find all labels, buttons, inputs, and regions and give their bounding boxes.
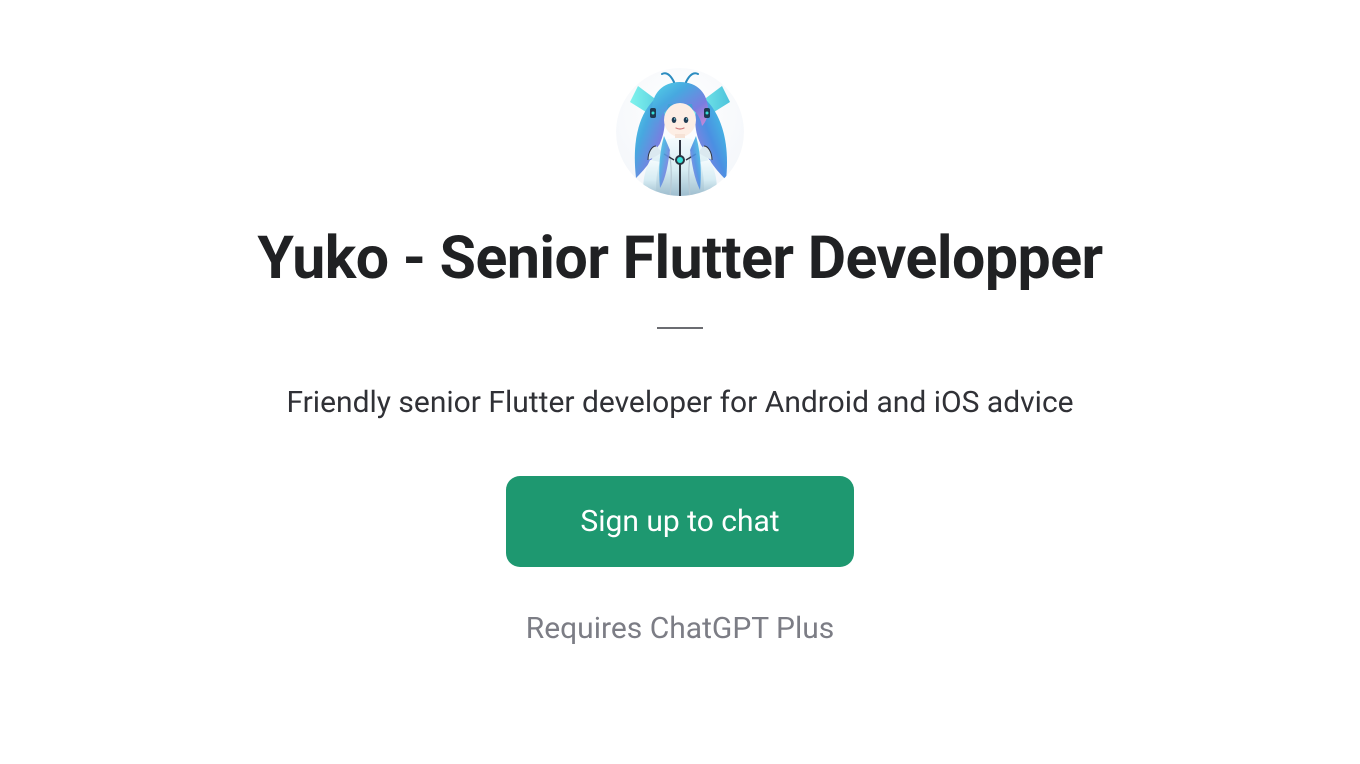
divider (657, 327, 703, 329)
avatar-image (616, 68, 744, 196)
signup-button[interactable]: Sign up to chat (506, 476, 853, 567)
plan-requirement-note: Requires ChatGPT Plus (526, 611, 835, 646)
avatar-illustration-icon (616, 68, 744, 196)
page-title: Yuko - Senior Flutter Developper (257, 224, 1102, 293)
avatar (616, 68, 744, 196)
page-subtitle: Friendly senior Flutter developer for An… (286, 385, 1073, 420)
